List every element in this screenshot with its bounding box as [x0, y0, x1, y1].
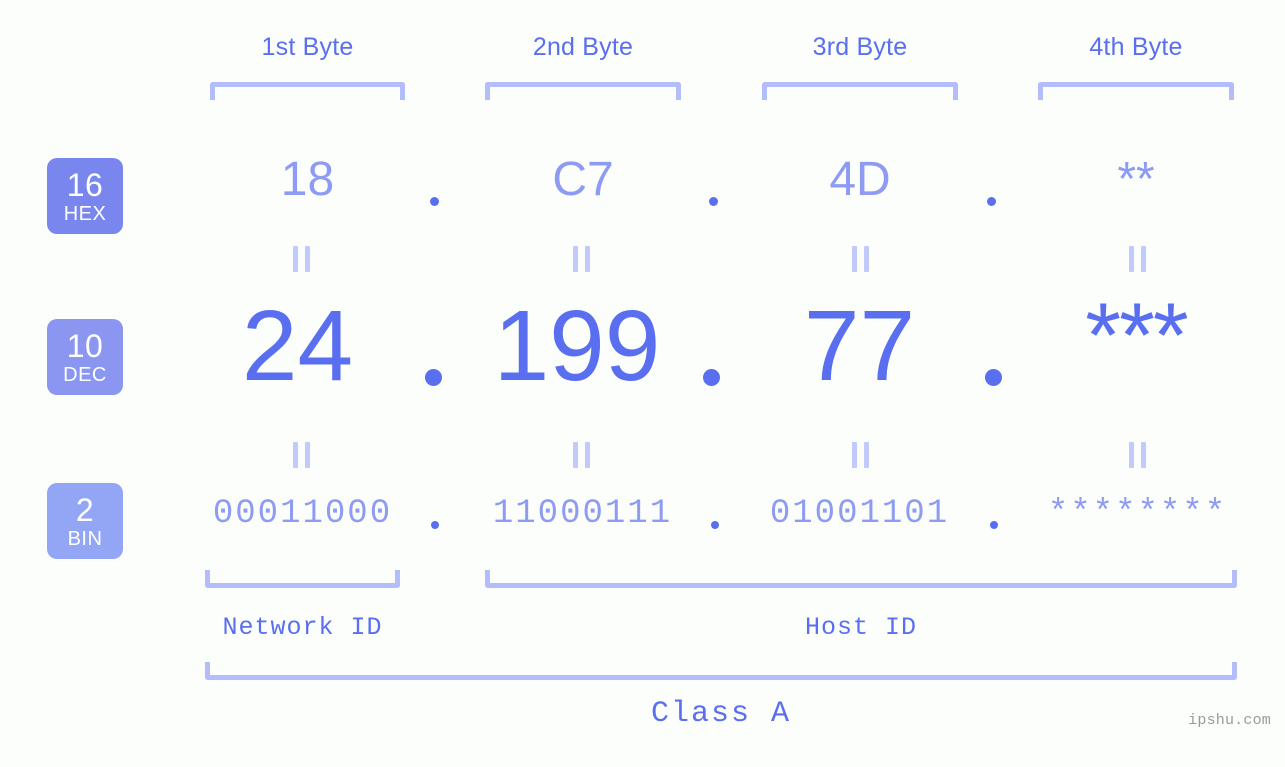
hex-separator-3	[987, 197, 996, 206]
bin-byte-2: 11000111	[492, 495, 673, 533]
base-badge-bin-number: 2	[75, 491, 95, 528]
dec-byte-2: 199	[493, 290, 661, 402]
bin-byte-1: 00011000	[212, 495, 393, 533]
bin-byte-3: 01001101	[769, 495, 950, 533]
byte-header-1: 1st Byte	[261, 33, 354, 61]
base-badge-dec-number: 10	[66, 327, 104, 364]
equality-mark-dec-bin-4	[1126, 442, 1148, 468]
bin-separator-2	[711, 521, 719, 529]
hex-byte-2: C7	[552, 153, 614, 206]
host-id-label: Host ID	[804, 613, 918, 642]
base-badge-hex: 16 HEX	[47, 158, 123, 234]
equality-mark-dec-bin-1	[290, 442, 312, 468]
network-id-label: Network ID	[222, 613, 383, 642]
base-badge-hex-abbr: HEX	[63, 202, 107, 225]
byte-bracket-2	[485, 82, 681, 100]
base-badge-dec-abbr: DEC	[63, 363, 107, 386]
hex-byte-1: 18	[280, 153, 335, 206]
base-badge-dec: 10 DEC	[47, 319, 123, 395]
dec-separator-3	[985, 369, 1002, 386]
base-badge-hex-number: 16	[66, 166, 104, 203]
equality-mark-hex-dec-1	[290, 246, 312, 272]
dec-separator-2	[703, 369, 720, 386]
network-id-bracket	[205, 570, 400, 588]
equality-mark-hex-dec-4	[1126, 246, 1148, 272]
class-bracket	[205, 662, 1237, 680]
dec-byte-1: 24	[241, 290, 354, 402]
class-label: Class A	[650, 697, 792, 731]
hex-byte-4: **	[1117, 153, 1155, 206]
bin-separator-3	[990, 521, 998, 529]
equality-mark-dec-bin-2	[570, 442, 592, 468]
watermark: ipshu.com	[1188, 712, 1271, 729]
hex-byte-3: 4D	[829, 153, 891, 206]
byte-bracket-4	[1038, 82, 1234, 100]
host-id-bracket	[485, 570, 1237, 588]
byte-header-2: 2nd Byte	[532, 33, 634, 61]
dec-byte-4: ***	[1085, 285, 1188, 387]
base-badge-bin: 2 BIN	[47, 483, 123, 559]
bin-byte-4: ********	[1047, 495, 1228, 533]
dec-byte-3: 77	[803, 290, 916, 402]
hex-separator-2	[709, 197, 718, 206]
byte-bracket-3	[762, 82, 958, 100]
byte-header-3: 3rd Byte	[812, 33, 908, 61]
equality-mark-hex-dec-3	[849, 246, 871, 272]
byte-header-4: 4th Byte	[1089, 33, 1183, 61]
dec-separator-1	[425, 369, 442, 386]
byte-bracket-1	[210, 82, 405, 100]
equality-mark-hex-dec-2	[570, 246, 592, 272]
bin-separator-1	[431, 521, 439, 529]
ip-byte-breakdown-diagram: 1st Byte 2nd Byte 3rd Byte 4th Byte 16 H…	[0, 0, 1285, 767]
hex-separator-1	[430, 197, 439, 206]
base-badge-bin-abbr: BIN	[67, 527, 103, 550]
equality-mark-dec-bin-3	[849, 442, 871, 468]
